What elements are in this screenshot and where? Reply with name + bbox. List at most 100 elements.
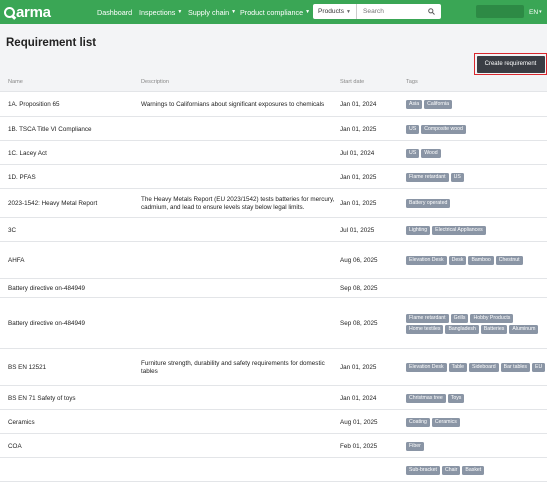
requirement-start-date: Jan 01, 2024 [340,394,377,402]
table-row[interactable]: BS EN 71 Safety of toys Jan 01, 2024 Chris… [0,386,547,410]
requirement-tags: Battery operated [406,189,547,218]
search-icon[interactable] [425,8,437,15]
column-header-tags[interactable]: Tags [406,79,418,85]
search-input[interactable] [357,5,425,18]
create-requirement-button[interactable]: Create requirement [476,55,545,73]
table-row[interactable]: 2023-1542: Heavy Metal Report The Heavy M… [0,189,547,218]
requirement-tags: Elevation Desk Table Sideboard Bar tables EU [406,349,547,386]
tag-badge: Toys [447,393,465,403]
tag-badge: Electrical Appliances [432,225,486,235]
requirement-start-date: Jan 01, 2025 [340,200,377,207]
tag-badge: Desk [448,256,467,265]
requirement-tags: Flame retardant Grills Hobby Products Home … [406,298,547,349]
tag-badge: US [406,148,420,158]
nav-dashboard[interactable]: Dashboard [97,0,132,24]
chevron-down-icon: ▾ [539,9,542,15]
tag-badge: Sideboard [469,363,499,372]
requirement-start-date: Feb 01, 2025 [340,442,378,450]
requirement-description [141,458,339,482]
table-row[interactable]: COA Feb 01, 2025 Fiber [0,434,547,458]
requirement-name: Ceramics [8,418,35,426]
table-row[interactable]: Battery directive on-484949 Sep 08, 2025 F… [0,298,547,349]
tag-badge: Fiber [406,441,424,451]
tag-badge: Bar tables [500,363,531,372]
requirement-name: AHFA [8,257,25,264]
tag-badge: Home textiles [406,324,444,334]
requirement-tags: US Wood [406,141,547,165]
requirement-start-date: Jan 01, 2025 [340,125,377,133]
nav-supply-chain[interactable]: Supply chain ▼ [188,0,236,24]
table-row[interactable]: 1D. PFAS Jan 01, 2025 Flame retardant US [0,165,547,189]
requirement-description [141,141,339,165]
tag-badge: Coating [406,417,430,427]
tag-badge: Sub-bracket [406,465,440,475]
requirement-name: Battery directive on-484949 [8,285,86,292]
tag-badge: Composite wood [421,124,466,134]
column-header-name[interactable]: Name [8,79,23,85]
column-header-description[interactable]: Description [141,79,169,85]
requirement-description: The Heavy Metals Report (EU 2023/1542) t… [141,195,335,211]
requirement-tags: Flame retardant US [406,165,547,189]
tag-badge: Hobby Products [470,313,514,323]
requirement-tags: Coating Ceramics [406,410,547,434]
tag-badge: California [424,100,453,109]
language-label: EN [529,8,539,16]
requirement-description [141,117,339,141]
requirement-start-date: Sep 08, 2025 [340,285,378,292]
requirement-description [141,386,339,410]
table-row[interactable]: Battery directive on-484949 Sep 08, 2025 [0,279,547,298]
tag-badge: Grills [450,313,469,323]
nav-product-compliance[interactable]: Product compliance ▼ [240,0,310,24]
nav-dashboard-label: Dashboard [97,7,133,17]
requirement-start-date: Jan 01, 2025 [340,364,377,371]
requirement-name: 1B. TSCA Title VI Compliance [8,125,92,133]
chevron-down-icon: ▼ [231,9,237,15]
requirement-name: COA [8,442,22,450]
chevron-down-icon: ▼ [177,9,183,15]
requirement-description [141,242,339,279]
tag-badge: Battery operated [406,199,451,208]
table-header: Name Description Start date Tags [0,74,547,92]
table-row[interactable]: Ceramics Aug 01, 2025 Coating Ceramics [0,410,547,434]
requirement-tags: US Composite wood [406,117,547,141]
search-scope-select[interactable]: Products ▼ [313,4,357,19]
requirement-name: BS EN 12521 [8,364,47,371]
tag-badge: Flame retardant [406,313,449,323]
qarma-logo[interactable]: arma [4,3,51,21]
requirement-name: 3C [8,226,17,234]
requirement-description [141,165,339,189]
tag-badge: Lighting [406,225,431,235]
nav-inspections[interactable]: Inspections ▼ [139,0,182,24]
table-row[interactable]: AHFA Aug 06, 2025 Elevation Desk Desk Bamboo… [0,242,547,279]
tag-badge: Elevation Desk [406,256,447,265]
user-menu-button[interactable] [476,5,524,18]
tag-badge: Chair [441,465,461,475]
table-row[interactable]: 3C Jul 01, 2025 Lighting Electrical Applian… [0,218,547,242]
nav-inspections-label: Inspections [139,7,176,17]
requirement-name: 1C. Lacey Act [8,149,47,157]
requirement-name: 1A. Proposition 65 [8,101,60,108]
table-body: 1A. Proposition 65 Warnings to California… [0,92,547,482]
requirement-description [141,279,339,298]
column-header-start-date[interactable]: Start date [340,79,364,85]
requirement-description: Furniture strength, durability and safet… [141,359,325,375]
requirement-tags: Sub-bracket Chair Basket [406,458,547,482]
page-title: Requirement list [6,37,97,49]
language-select[interactable]: EN ▾ [529,0,542,24]
requirement-description [141,410,339,434]
requirement-name: BS EN 71 Safety of toys [8,394,76,402]
table-row[interactable]: 1A. Proposition 65 Warnings to California… [0,92,547,117]
tag-badge: Bangladesh [445,324,479,334]
table-row[interactable]: BS EN 12521 Furniture strength, durabilit… [0,349,547,386]
tag-badge: Christmas tree [406,393,446,403]
table-row[interactable]: 1C. Lacey Act Jul 01, 2024 US Wood [0,141,547,165]
search-scope-label: Products [318,8,345,15]
requirement-start-date: Jan 01, 2024 [340,101,377,108]
table-row[interactable]: Sub-bracket Chair Basket [0,458,547,482]
search-box [357,4,441,19]
requirement-start-date: Aug 06, 2025 [340,257,378,264]
requirement-name: Battery directive on-484949 [8,320,86,327]
requirement-tags: Elevation Desk Desk Bamboo Chestnut [406,242,547,279]
table-row[interactable]: 1B. TSCA Title VI Compliance Jan 01, 2025… [0,117,547,141]
nav-supply-chain-label: Supply chain [188,7,230,17]
